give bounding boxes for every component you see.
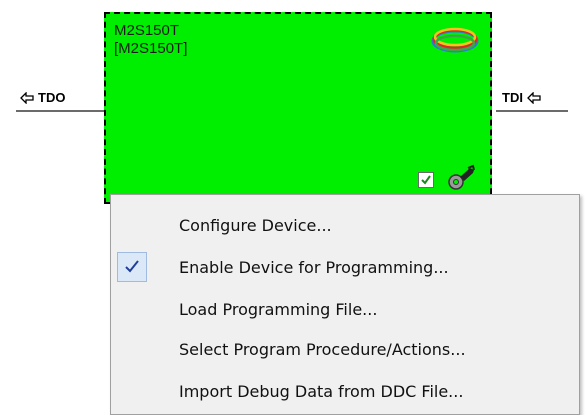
tdo-label-text: TDO xyxy=(38,90,66,105)
jtag-chain-line-right xyxy=(496,110,568,112)
jtag-chain-line-left xyxy=(16,110,104,112)
wrench-icon[interactable] xyxy=(446,164,476,196)
menu-item-label: Select Program Procedure/Actions... xyxy=(179,339,466,359)
tdi-port-label: TDI xyxy=(502,90,541,105)
device-enable-checkbox[interactable] xyxy=(418,172,434,188)
device-name-line1: M2S150T xyxy=(114,22,180,39)
menu-item-import-debug-data[interactable]: Import Debug Data from DDC File... xyxy=(111,373,579,409)
menu-item-select-program-procedure[interactable]: Select Program Procedure/Actions... xyxy=(111,331,579,367)
device-name-line2: [M2S150T] xyxy=(114,40,188,57)
tdo-port-label: TDO xyxy=(20,90,65,105)
checkbox-checked-icon xyxy=(421,175,431,185)
checkmark-icon xyxy=(125,260,139,273)
device-block[interactable]: M2S150T [M2S150T] xyxy=(104,12,492,204)
menu-item-label: Enable Device for Programming... xyxy=(179,257,449,277)
menu-item-label: Configure Device... xyxy=(179,215,332,235)
arrow-left-outline-icon xyxy=(527,91,541,104)
device-name: M2S150T [M2S150T] xyxy=(114,22,187,58)
device-context-menu: Configure Device... Enable Device for Pr… xyxy=(110,194,580,415)
menu-item-label: Import Debug Data from DDC File... xyxy=(179,381,464,401)
arrow-left-outline-icon xyxy=(20,91,34,104)
menu-item-label: Load Programming File... xyxy=(179,299,378,319)
menu-item-enable-device[interactable]: Enable Device for Programming... xyxy=(111,249,579,285)
tdi-label-text: TDI xyxy=(502,90,523,105)
menu-item-load-programming-file[interactable]: Load Programming File... xyxy=(111,291,579,327)
microsemi-logo-icon xyxy=(430,24,480,60)
menu-check-indicator xyxy=(117,252,147,282)
menu-item-configure-device[interactable]: Configure Device... xyxy=(111,207,579,243)
